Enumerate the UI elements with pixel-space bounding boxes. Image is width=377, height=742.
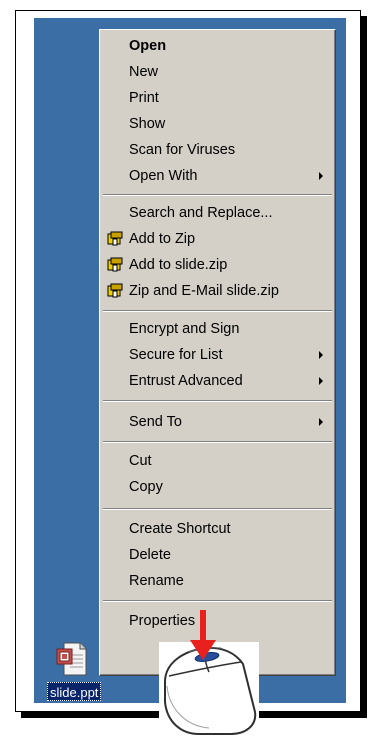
menu-item-label: Open xyxy=(129,38,167,54)
menu-separator xyxy=(103,310,332,312)
menu-item-label: Scan for Viruses xyxy=(129,142,236,158)
menu-item-label: Rename xyxy=(129,573,184,589)
powerpoint-file-icon[interactable] xyxy=(56,641,88,677)
context-menu: Open New Print Show Scan for Viruses Ope… xyxy=(99,29,336,676)
menu-item-search-and-replace[interactable]: Search and Replace... xyxy=(102,200,333,226)
winzip-icon xyxy=(107,231,123,246)
menu-item-encrypt-and-sign[interactable]: Encrypt and Sign xyxy=(102,316,333,342)
menu-item-label: Create Shortcut xyxy=(129,521,231,537)
menu-item-send-to[interactable]: Send To xyxy=(102,409,333,435)
menu-item-copy[interactable]: Copy xyxy=(102,474,333,500)
submenu-arrow-icon xyxy=(319,172,323,180)
winzip-icon xyxy=(107,283,123,298)
menu-item-label: Add to Zip xyxy=(129,231,196,247)
submenu-arrow-icon xyxy=(319,418,323,426)
menu-item-label: Encrypt and Sign xyxy=(129,321,240,337)
menu-separator xyxy=(103,441,332,443)
menu-item-open[interactable]: Open xyxy=(102,33,333,59)
menu-item-label: Open With xyxy=(129,168,198,184)
menu-item-label: Print xyxy=(129,90,159,106)
submenu-arrow-icon xyxy=(319,377,323,385)
menu-item-label: Search and Replace... xyxy=(129,205,273,221)
menu-item-scan-for-viruses[interactable]: Scan for Viruses xyxy=(102,137,333,163)
menu-item-label: Show xyxy=(129,116,166,132)
menu-item-entrust-advanced[interactable]: Entrust Advanced xyxy=(102,368,333,394)
menu-item-label: New xyxy=(129,64,159,80)
menu-item-delete[interactable]: Delete xyxy=(102,542,333,568)
menu-item-label: Send To xyxy=(129,414,182,430)
menu-item-add-to-slide-zip[interactable]: Add to slide.zip xyxy=(102,252,333,278)
menu-item-open-with[interactable]: Open With xyxy=(102,163,333,189)
menu-item-properties[interactable]: Properties xyxy=(102,608,333,634)
menu-separator xyxy=(103,400,332,402)
menu-item-new[interactable]: New xyxy=(102,59,333,85)
menu-item-label: Cut xyxy=(129,453,152,469)
menu-item-create-shortcut[interactable]: Create Shortcut xyxy=(102,516,333,542)
menu-item-label: Copy xyxy=(129,479,163,495)
menu-item-print[interactable]: Print xyxy=(102,85,333,111)
menu-item-zip-and-email[interactable]: Zip and E-Mail slide.zip xyxy=(102,278,333,304)
menu-item-label: Entrust Advanced xyxy=(129,373,243,389)
red-down-arrow-icon xyxy=(190,610,216,660)
menu-item-show[interactable]: Show xyxy=(102,111,333,137)
menu-separator xyxy=(103,194,332,196)
menu-item-label: Zip and E-Mail slide.zip xyxy=(129,283,279,299)
menu-separator xyxy=(103,508,332,510)
menu-item-rename[interactable]: Rename xyxy=(102,568,333,594)
menu-item-secure-for-list[interactable]: Secure for List xyxy=(102,342,333,368)
menu-separator xyxy=(103,600,332,602)
submenu-arrow-icon xyxy=(319,351,323,359)
menu-item-label: Delete xyxy=(129,547,171,563)
file-label[interactable]: slide.ppt xyxy=(47,682,102,701)
menu-item-label: Properties xyxy=(129,613,196,629)
menu-item-cut[interactable]: Cut xyxy=(102,448,333,474)
menu-item-label: Add to slide.zip xyxy=(129,257,228,273)
menu-item-add-to-zip[interactable]: Add to Zip xyxy=(102,226,333,252)
menu-item-label: Secure for List xyxy=(129,347,223,363)
winzip-icon xyxy=(107,257,123,272)
